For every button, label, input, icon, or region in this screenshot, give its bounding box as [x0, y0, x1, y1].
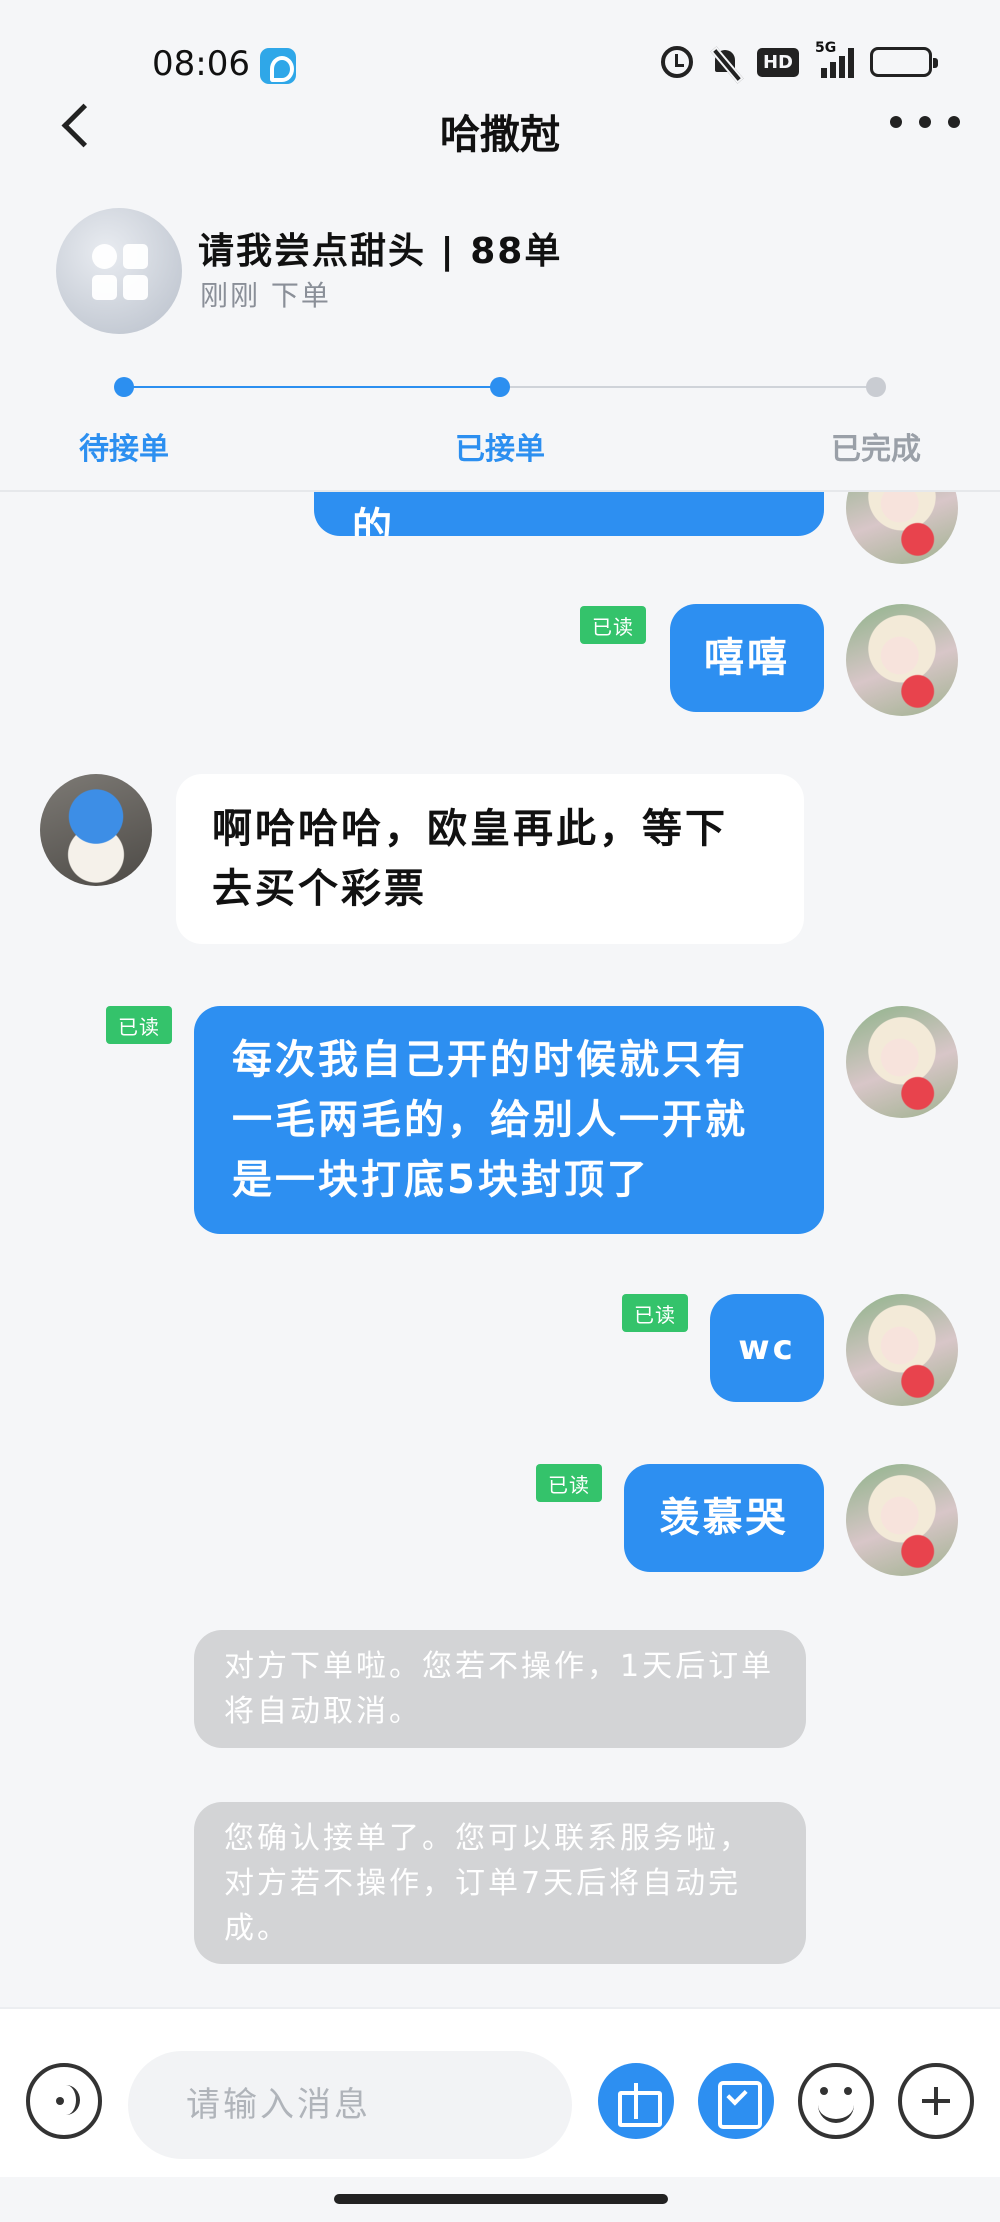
message-bubble-me[interactable]: 羡慕哭 [624, 1464, 824, 1572]
signal-icon: 5G [815, 40, 854, 78]
contact-avatar[interactable] [40, 774, 152, 886]
voice-icon[interactable] [26, 2063, 102, 2139]
status-time: 08:06 [152, 44, 250, 84]
order-title: 请我尝点甜头 | 88单 [198, 231, 563, 272]
status-bar: 08:06 HD 5G [0, 0, 1000, 100]
order-thumbnail [56, 208, 182, 334]
system-notice: 您确认接单了。您可以联系服务啦，对方若不操作，订单7天后将自动完成。 [194, 1802, 806, 1964]
order-icon[interactable] [698, 2063, 774, 2139]
message-text: 啊哈哈哈，欧皇再此，等下去买个彩票 [212, 806, 728, 912]
gift-icon[interactable] [598, 2063, 674, 2139]
order-card[interactable]: 请我尝点甜头 | 88单 刚刚 下单 [0, 200, 1000, 340]
my-avatar[interactable] [846, 1464, 958, 1576]
page-title: 哈撒尅 [440, 112, 560, 158]
message-bubble-me[interactable]: 嘻嘻 [670, 604, 824, 712]
progress-dot-pending [114, 377, 134, 397]
progress-dot-completed [866, 377, 886, 397]
battery-icon [870, 47, 938, 77]
message-bubble-me[interactable]: 四毛我私物开出5块2的 [314, 492, 824, 536]
my-avatar[interactable] [846, 1006, 958, 1118]
chat-message-list[interactable]: 四毛我私物开出5块2的 已读 嘻嘻 啊哈哈哈，欧皇再此，等下去买个彩票 已读 每… [0, 492, 1000, 2007]
message-text: 羡慕哭 [659, 1495, 789, 1541]
emoji-icon[interactable] [798, 2063, 874, 2139]
progress-track-done [124, 386, 500, 388]
progress-dot-accepted [490, 377, 510, 397]
step-label-accepted: 已接单 [455, 432, 545, 467]
message-bubble-me[interactable]: wc [710, 1294, 824, 1402]
apps-grid-icon [92, 244, 148, 300]
message-bubble-me[interactable]: 每次我自己开的时候就只有一毛两毛的，给别人一开就是一块打底5块封顶了 [194, 1006, 824, 1234]
read-badge: 已读 [580, 606, 646, 644]
message-text: wc [738, 1328, 796, 1368]
system-notice: 对方下单啦。您若不操作，1天后订单将自动取消。 [194, 1630, 806, 1748]
alarm-icon [660, 46, 693, 78]
step-label-pending: 待接单 [79, 432, 169, 467]
more-dots-icon[interactable] [890, 102, 960, 142]
message-text: 每次我自己开的时候就只有一毛两毛的，给别人一开就是一块打底5块封顶了 [232, 1037, 748, 1203]
mute-icon [709, 46, 741, 78]
chat-header: 哈撒尅 [0, 90, 1000, 166]
message-input[interactable] [128, 2051, 572, 2159]
my-avatar[interactable] [846, 492, 958, 564]
hd-icon: HD [756, 47, 799, 77]
message-text: 四毛我私物开出5块2的 [352, 505, 395, 536]
progress-track-todo [500, 386, 876, 388]
status-icons: HD 5G [660, 40, 938, 78]
my-avatar[interactable] [846, 1294, 958, 1406]
order-status-time: 刚刚 下单 [200, 279, 331, 312]
plus-icon[interactable] [898, 2063, 974, 2139]
input-bar [0, 2007, 1000, 2177]
message-bubble-other[interactable]: 啊哈哈哈，欧皇再此，等下去买个彩票 [176, 774, 804, 944]
order-progress: 待接单 已接单 已完成 [0, 360, 1000, 480]
step-label-completed: 已完成 [831, 432, 921, 467]
read-badge: 已读 [622, 1294, 688, 1332]
read-badge: 已读 [536, 1464, 602, 1502]
network-label: 5G [815, 40, 837, 56]
home-indicator[interactable] [334, 2194, 668, 2204]
my-avatar[interactable] [846, 604, 958, 716]
read-badge: 已读 [106, 1006, 172, 1044]
message-text: 嘻嘻 [704, 635, 790, 681]
app-notification-icon [260, 48, 296, 84]
